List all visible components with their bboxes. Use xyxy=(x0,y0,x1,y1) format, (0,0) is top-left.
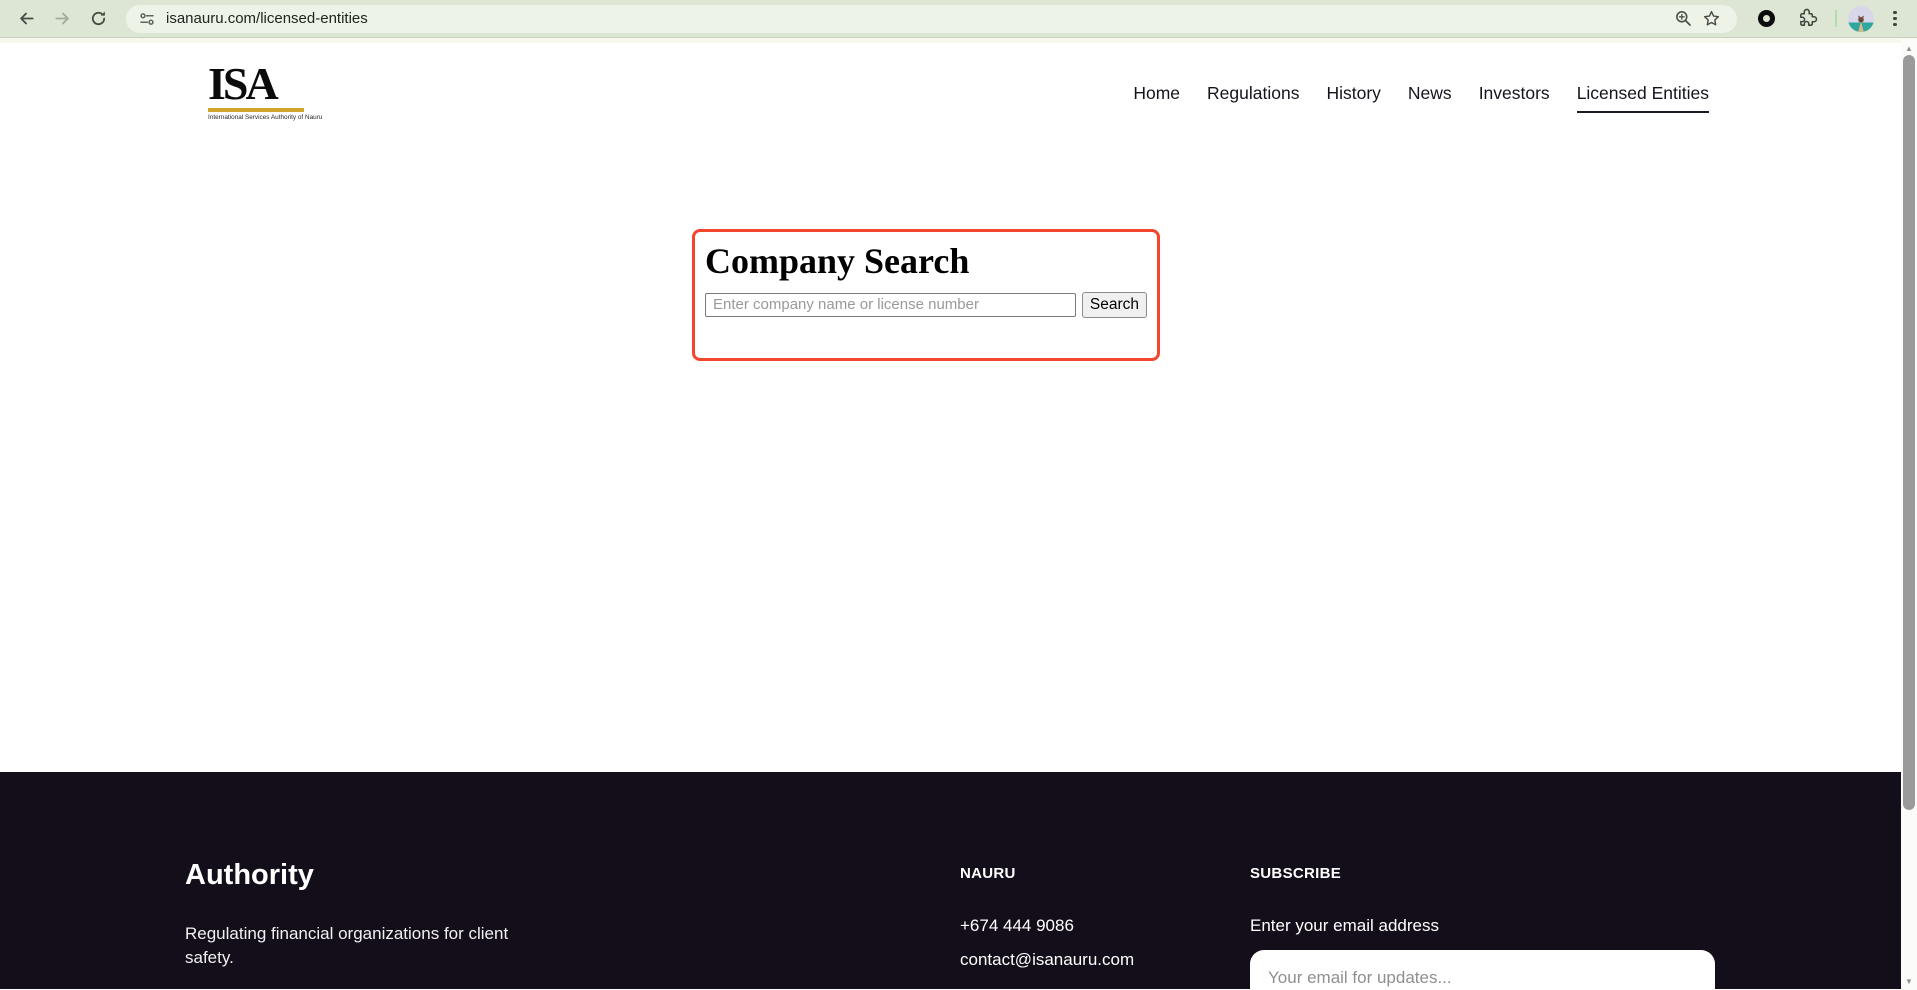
footer-about-column: Authority Regulating financial organizat… xyxy=(185,859,960,989)
menu-kebab-icon xyxy=(1893,10,1897,15)
logo-tagline: International Services Authority of Naur… xyxy=(208,114,323,121)
forward-button[interactable] xyxy=(46,3,78,35)
site-info-icon[interactable] xyxy=(138,10,156,28)
footer-subscribe-column: SUBSCRIBE Enter your email address xyxy=(1250,860,1720,989)
url-text[interactable]: isanauru.com/licensed-entities xyxy=(166,10,368,27)
footer-email[interactable]: contact@isanauru.com xyxy=(960,950,1250,970)
nav-item-licensed-entities[interactable]: Licensed Entities xyxy=(1576,83,1709,113)
reload-button[interactable] xyxy=(82,3,114,35)
page-viewport: ISA International Services Authority of … xyxy=(0,43,1917,989)
nav-item-home[interactable]: Home xyxy=(1133,83,1180,111)
profile-avatar[interactable] xyxy=(1848,5,1874,32)
bookmark-button[interactable] xyxy=(1697,5,1725,33)
logo-text: ISA xyxy=(208,58,279,109)
nav-item-history[interactable]: History xyxy=(1326,83,1380,111)
footer-contact-column: NAURU +674 444 9086 contact@isanauru.com xyxy=(960,860,1250,989)
nav-item-news[interactable]: News xyxy=(1408,83,1452,111)
footer-phone[interactable]: +674 444 9086 xyxy=(960,916,1250,936)
zoom-button[interactable] xyxy=(1669,5,1697,33)
footer-about-description: Regulating financial organizations for c… xyxy=(185,923,509,967)
scrollbar-up-arrow-icon[interactable]: ▲ xyxy=(1901,40,1917,56)
nav-item-investors[interactable]: Investors xyxy=(1479,83,1550,111)
reload-icon xyxy=(91,11,105,26)
extensions-puzzle-icon xyxy=(1799,8,1817,26)
toolbar-separator xyxy=(1835,10,1837,27)
back-icon xyxy=(19,12,34,25)
footer-about-title: Authority xyxy=(185,859,314,891)
subscribe-email-input[interactable] xyxy=(1250,950,1715,989)
cat-avatar-icon xyxy=(1858,14,1864,32)
extensions-button[interactable] xyxy=(1790,2,1824,36)
main-nav: Home Regulations History News Investors … xyxy=(1133,83,1709,113)
site-header: ISA International Services Authority of … xyxy=(0,43,1917,121)
zoom-icon xyxy=(1675,11,1691,26)
site-logo[interactable]: ISA International Services Authority of … xyxy=(208,58,323,121)
page-scrollbar[interactable]: ▲ ▼ xyxy=(1901,39,1917,990)
company-search-input[interactable] xyxy=(705,292,1076,317)
toolbar-right-cluster xyxy=(1749,2,1909,36)
scrollbar-down-arrow-icon[interactable]: ▼ xyxy=(1901,973,1917,989)
forward-icon xyxy=(54,12,69,25)
footer-contact-title: NAURU xyxy=(960,865,1016,882)
site-footer: Authority Regulating financial organizat… xyxy=(0,772,1901,989)
footer-subscribe-title: SUBSCRIBE xyxy=(1250,865,1342,882)
extension-ring-button[interactable] xyxy=(1749,2,1783,36)
company-search-button[interactable]: Search xyxy=(1081,291,1147,318)
bookmark-star-icon xyxy=(1703,10,1719,26)
back-button[interactable] xyxy=(10,3,42,35)
company-search-panel: Company Search Search xyxy=(692,229,1160,361)
company-search-form: Search xyxy=(705,291,1147,318)
browser-toolbar: isanauru.com/licensed-entities xyxy=(0,0,1917,38)
footer-columns: Authority Regulating financial organizat… xyxy=(0,772,1901,989)
address-bar[interactable]: isanauru.com/licensed-entities xyxy=(126,4,1737,33)
browser-menu-button[interactable] xyxy=(1881,10,1909,27)
extension-ring-icon xyxy=(1757,10,1775,27)
scrollbar-thumb[interactable] xyxy=(1903,55,1915,810)
nav-item-regulations[interactable]: Regulations xyxy=(1207,83,1299,111)
subscribe-email-label: Enter your email address xyxy=(1250,916,1439,935)
company-search-title: Company Search xyxy=(705,241,970,281)
